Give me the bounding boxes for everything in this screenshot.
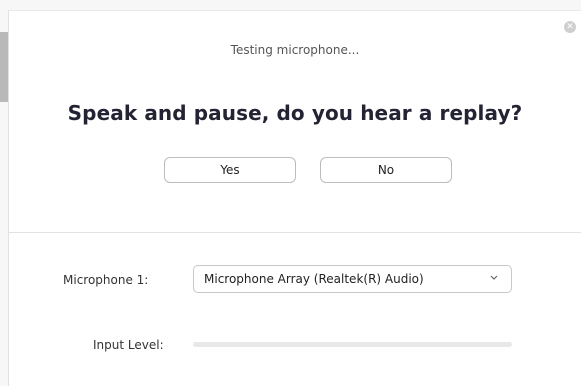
replay-question: Speak and pause, do you hear a replay? [67,101,523,125]
testing-status-text: Testing microphone... [230,43,360,57]
no-button[interactable]: No [320,157,452,183]
microphone-test-screen: ✕ Testing microphone... Speak and pause,… [0,0,581,386]
no-button-label: No [377,163,395,177]
input-level-meter [193,342,512,347]
close-icon[interactable]: ✕ [564,21,576,33]
microphone-select-value: Microphone Array (Realtek(R) Audio) [204,272,424,286]
section-divider [9,232,581,233]
microphone-select[interactable]: Microphone Array (Realtek(R) Audio) [193,265,512,293]
mic-test-dialog: ✕ Testing microphone... Speak and pause,… [8,10,581,386]
microphone-label: Microphone 1: [63,273,149,287]
yes-button-label: Yes [220,163,240,177]
chevron-down-icon [490,275,498,280]
yes-button[interactable]: Yes [164,157,296,183]
input-level-label: Input Level: [93,338,164,352]
